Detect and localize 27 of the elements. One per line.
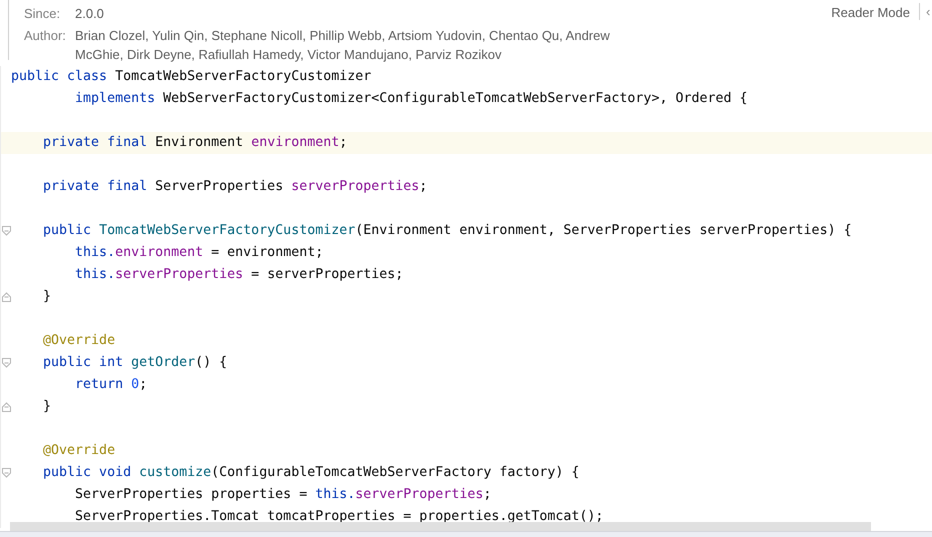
horizontal-scrollbar[interactable] [10, 522, 871, 531]
since-label: Since: [24, 5, 62, 23]
fold-icon[interactable] [2, 358, 12, 369]
fold-icon[interactable] [2, 292, 12, 303]
code-line: this.environment = environment; [74, 244, 324, 262]
code-line: } [42, 398, 52, 416]
fold-icon[interactable] [2, 402, 12, 413]
code-line: public int getOrder() { [42, 354, 228, 372]
since-value: 2.0.0 [75, 5, 105, 23]
code-line: } [42, 288, 52, 306]
author-list: Brian Clozel, Yulin Qin, Stephane Nicoll, Phillip Webb, Artsiom Yudovin, Chentao Qu, Andrew McGhie, Dirk Deyne, Rafiullah Hamedy, Victor Mandujano, Parviz Rozikov [75, 26, 620, 64]
fold-icon[interactable] [2, 468, 12, 479]
author-label: Author: [24, 27, 67, 45]
code-line: public void customize(ConfigurableTomcatWebServerFactory factory) { [42, 464, 580, 482]
code-line: private final Environment environment; [42, 134, 348, 152]
code-line: @Override [42, 332, 116, 350]
code-line: implements WebServerFactoryCustomizer<ConfigurableTomcatWebServerFactory>, Ordered { [74, 90, 748, 108]
code-line: private final ServerProperties serverProperties; [42, 178, 428, 196]
code-line: @Override [42, 442, 116, 460]
code-line: this.serverProperties = serverProperties; [74, 266, 404, 284]
reader-mode-link[interactable]: Reader Mode [831, 4, 910, 21]
code-line: public TomcatWebServerFactoryCustomizer(Environment environment, ServerProperties serverProperties) { [42, 222, 852, 240]
code-line: return 0; [74, 376, 148, 394]
code-line: ServerProperties properties = this.serverProperties; [74, 486, 492, 504]
fold-icon[interactable] [2, 226, 12, 237]
code-line: ServerProperties.Tomcat tomcatProperties = properties.getTomcat(); [74, 508, 604, 526]
code-line: public class TomcatWebServerFactoryCustomizer [11, 68, 372, 86]
